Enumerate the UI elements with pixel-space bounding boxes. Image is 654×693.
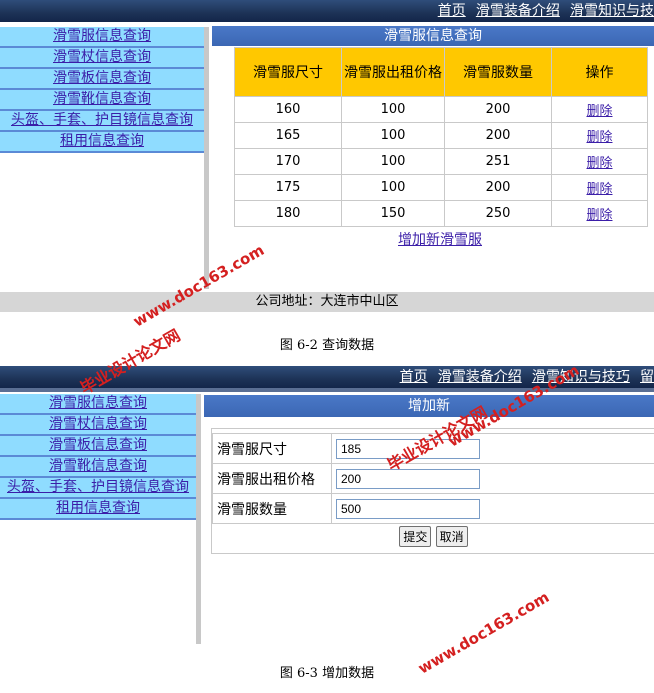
sidebar-divider-2	[196, 394, 201, 644]
figure-caption-1: 图 6-2 查询数据	[279, 338, 375, 353]
nav-home-link[interactable]: 首页	[438, 3, 466, 19]
sidebar-item-helmet[interactable]: 头盔、手套、护目镜信息查询	[0, 478, 196, 499]
sidebar-divider-1	[204, 27, 209, 289]
cell-price: 100	[341, 148, 445, 175]
footer-address: 公司地址：大连市中山区	[0, 292, 654, 312]
delete-link[interactable]: 删除	[586, 156, 612, 171]
table-row: 165 100 200 删除	[234, 122, 648, 149]
panel-title-2: 增加新	[204, 395, 654, 417]
cell-action: 删除	[551, 122, 648, 149]
cell-price: 100	[341, 122, 445, 149]
form-buttons: 提交 取消	[212, 526, 654, 547]
col-action-header: 操作	[551, 47, 648, 97]
cell-action: 删除	[551, 174, 648, 201]
cell-action: 删除	[551, 96, 648, 123]
nav-message-link[interactable]: 留	[640, 369, 654, 385]
nav-knowledge-link[interactable]: 滑雪知识与技	[570, 3, 654, 19]
table-header-row: 滑雪服尺寸 滑雪服出租价格 滑雪服数量 操作	[234, 47, 648, 97]
top-nav-1: 首页 滑雪装备介绍 滑雪知识与技	[432, 0, 654, 22]
add-ski-suit-link[interactable]: 增加新滑雪服	[398, 229, 482, 249]
cell-count: 251	[444, 148, 552, 175]
sidebar-item-rental[interactable]: 租用信息查询	[0, 499, 196, 520]
table-row: 175 100 200 删除	[234, 174, 648, 201]
cell-size: 160	[234, 96, 342, 123]
delete-link[interactable]: 删除	[586, 130, 612, 145]
sidebar-item-ski-boot[interactable]: 滑雪靴信息查询	[0, 457, 196, 478]
cell-count: 200	[444, 96, 552, 123]
cell-count: 250	[444, 200, 552, 227]
sidebar-item-helmet[interactable]: 头盔、手套、护目镜信息查询	[0, 111, 204, 132]
sidebar-item-ski-pole[interactable]: 滑雪杖信息查询	[0, 48, 204, 69]
price-input[interactable]	[336, 468, 480, 489]
nav-equipment-link[interactable]: 滑雪装备介绍	[476, 3, 560, 19]
delete-link[interactable]: 删除	[586, 208, 612, 223]
cell-count: 200	[444, 174, 552, 201]
sidebar-item-ski-suit[interactable]: 滑雪服信息查询	[0, 27, 204, 48]
form-row: 滑雪服出租价格	[212, 463, 654, 494]
col-count-header: 滑雪服数量	[444, 47, 552, 97]
figure-caption-2: 图 6-3 增加数据	[279, 666, 375, 681]
count-label: 滑雪服数量	[212, 493, 332, 524]
price-label: 滑雪服出租价格	[212, 463, 332, 494]
sidebar-item-ski-pole[interactable]: 滑雪杖信息查询	[0, 415, 196, 436]
cell-action: 删除	[551, 200, 648, 227]
size-label: 滑雪服尺寸	[212, 433, 332, 464]
form-row: 滑雪服数量	[212, 493, 654, 524]
col-size-header: 滑雪服尺寸	[234, 47, 342, 97]
sidebar-item-ski-board[interactable]: 滑雪板信息查询	[0, 436, 196, 457]
cell-size: 165	[234, 122, 342, 149]
col-price-header: 滑雪服出租价格	[341, 47, 445, 97]
sidebar-item-ski-boot[interactable]: 滑雪靴信息查询	[0, 90, 204, 111]
sidebar-1: 滑雪服信息查询 滑雪杖信息查询 滑雪板信息查询 滑雪靴信息查询 头盔、手套、护目…	[0, 27, 204, 289]
cell-count: 200	[444, 122, 552, 149]
delete-link[interactable]: 删除	[586, 104, 612, 119]
delete-link[interactable]: 删除	[586, 182, 612, 197]
ski-suit-table: 滑雪服尺寸 滑雪服出租价格 滑雪服数量 操作 160 100 200 删除 16…	[234, 47, 648, 227]
cell-size: 180	[234, 200, 342, 227]
submit-button[interactable]: 提交	[399, 526, 432, 547]
cancel-button[interactable]: 取消	[435, 526, 468, 547]
nav-home-link[interactable]: 首页	[400, 369, 428, 385]
top-nav-bar-1: 首页 滑雪装备介绍 滑雪知识与技	[0, 0, 654, 22]
cell-size: 175	[234, 174, 342, 201]
cell-action: 删除	[551, 148, 648, 175]
sidebar-item-ski-board[interactable]: 滑雪板信息查询	[0, 69, 204, 90]
sidebar-item-ski-suit[interactable]: 滑雪服信息查询	[0, 394, 196, 415]
sidebar-2: 滑雪服信息查询 滑雪杖信息查询 滑雪板信息查询 滑雪靴信息查询 头盔、手套、护目…	[0, 394, 196, 644]
sidebar-item-rental[interactable]: 租用信息查询	[0, 132, 204, 153]
cell-price: 100	[341, 174, 445, 201]
cell-size: 170	[234, 148, 342, 175]
cell-price: 100	[341, 96, 445, 123]
top-nav-2: 首页 滑雪装备介绍 滑雪知识与技巧 留	[394, 366, 654, 388]
panel-title-1: 滑雪服信息查询	[212, 26, 654, 46]
table-row: 180 150 250 删除	[234, 200, 648, 227]
nav-equipment-link[interactable]: 滑雪装备介绍	[438, 369, 522, 385]
count-input[interactable]	[336, 498, 480, 519]
table-row: 160 100 200 删除	[234, 96, 648, 123]
cell-price: 150	[341, 200, 445, 227]
table-row: 170 100 251 删除	[234, 148, 648, 175]
